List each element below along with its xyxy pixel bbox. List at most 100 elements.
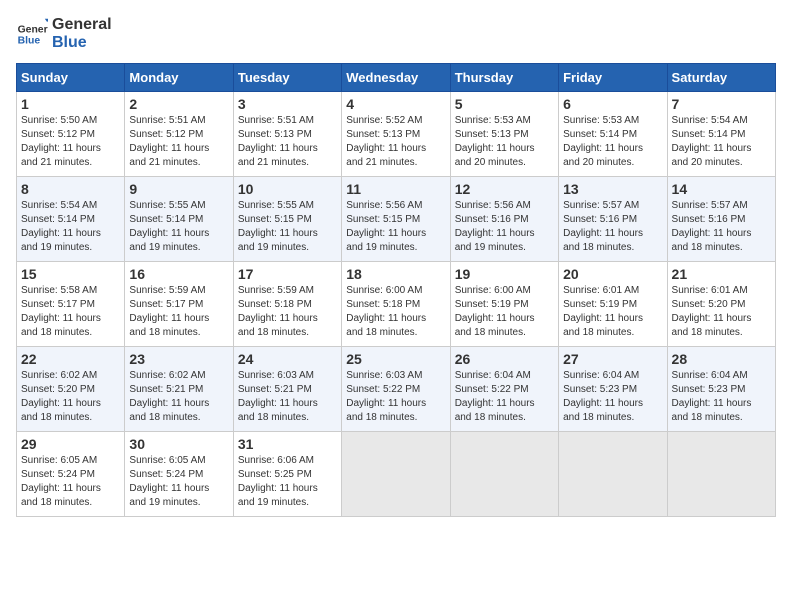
- calendar-cell: 22Sunrise: 6:02 AM Sunset: 5:20 PM Dayli…: [17, 347, 125, 432]
- calendar-cell: 27 Sunrise: 6:04 AM Sunset: 5:23 PM Dayli…: [559, 347, 667, 432]
- day-info: Sunrise: 5:56 AM Sunset: 5:16 PM Dayligh…: [455, 199, 554, 255]
- day-info: Sunrise: 6:03 AM Sunset: 5:22 PM Dayligh…: [346, 369, 445, 425]
- day-number: 9: [129, 181, 228, 197]
- day-info: Sunrise: 5:55 AM Sunset: 5:15 PM Dayligh…: [238, 199, 337, 255]
- day-info: Sunrise: 5:56 AM Sunset: 5:15 PM Dayligh…: [346, 199, 445, 255]
- day-number: 31: [238, 436, 337, 452]
- logo: General Blue General Blue: [16, 16, 112, 51]
- day-number: 28: [672, 351, 771, 367]
- day-info: Sunrise: 6:05 AM Sunset: 5:24 PM Dayligh…: [21, 454, 120, 510]
- day-number: 30: [129, 436, 228, 452]
- calendar-cell: 13 Sunrise: 5:57 AM Sunset: 5:16 PM Dayli…: [559, 177, 667, 262]
- day-info: Sunrise: 6:04 AM Sunset: 5:23 PM Dayligh…: [672, 369, 771, 425]
- calendar-cell: 18 Sunrise: 6:00 AM Sunset: 5:18 PM Dayli…: [342, 262, 450, 347]
- page-header: General Blue General Blue: [16, 16, 776, 51]
- calendar-week-row: 1Sunrise: 5:50 AM Sunset: 5:12 PM Daylig…: [17, 92, 776, 177]
- day-header-saturday: Saturday: [667, 64, 775, 92]
- day-info: Sunrise: 6:04 AM Sunset: 5:23 PM Dayligh…: [563, 369, 662, 425]
- day-info: Sunrise: 6:01 AM Sunset: 5:19 PM Dayligh…: [563, 284, 662, 340]
- day-number: 10: [238, 181, 337, 197]
- day-number: 7: [672, 96, 771, 112]
- calendar-cell: 16 Sunrise: 5:59 AM Sunset: 5:17 PM Dayli…: [125, 262, 233, 347]
- logo-icon: General Blue: [16, 18, 48, 50]
- day-number: 8: [21, 181, 120, 197]
- svg-text:Blue: Blue: [18, 35, 41, 46]
- day-info: Sunrise: 6:03 AM Sunset: 5:21 PM Dayligh…: [238, 369, 337, 425]
- day-info: Sunrise: 5:52 AM Sunset: 5:13 PM Dayligh…: [346, 114, 445, 170]
- calendar-cell: 28 Sunrise: 6:04 AM Sunset: 5:23 PM Dayli…: [667, 347, 775, 432]
- day-number: 11: [346, 181, 445, 197]
- calendar-cell: 11 Sunrise: 5:56 AM Sunset: 5:15 PM Dayli…: [342, 177, 450, 262]
- calendar-week-row: 8 Sunrise: 5:54 AM Sunset: 5:14 PM Daylig…: [17, 177, 776, 262]
- calendar-cell: 31 Sunrise: 6:06 AM Sunset: 5:25 PM Dayli…: [233, 432, 341, 517]
- day-info: Sunrise: 5:55 AM Sunset: 5:14 PM Dayligh…: [129, 199, 228, 255]
- day-number: 13: [563, 181, 662, 197]
- day-number: 18: [346, 266, 445, 282]
- calendar-cell: 20 Sunrise: 6:01 AM Sunset: 5:19 PM Dayli…: [559, 262, 667, 347]
- calendar-cell: 1Sunrise: 5:50 AM Sunset: 5:12 PM Daylig…: [17, 92, 125, 177]
- calendar-cell: 8 Sunrise: 5:54 AM Sunset: 5:14 PM Daylig…: [17, 177, 125, 262]
- day-info: Sunrise: 5:59 AM Sunset: 5:18 PM Dayligh…: [238, 284, 337, 340]
- day-number: 29: [21, 436, 120, 452]
- day-info: Sunrise: 5:51 AM Sunset: 5:13 PM Dayligh…: [238, 114, 337, 170]
- calendar-cell: 5 Sunrise: 5:53 AM Sunset: 5:13 PM Daylig…: [450, 92, 558, 177]
- day-header-monday: Monday: [125, 64, 233, 92]
- day-info: Sunrise: 6:06 AM Sunset: 5:25 PM Dayligh…: [238, 454, 337, 510]
- day-number: 5: [455, 96, 554, 112]
- calendar-header-row: SundayMondayTuesdayWednesdayThursdayFrid…: [17, 64, 776, 92]
- calendar-cell: 17 Sunrise: 5:59 AM Sunset: 5:18 PM Dayli…: [233, 262, 341, 347]
- day-info: Sunrise: 5:53 AM Sunset: 5:13 PM Dayligh…: [455, 114, 554, 170]
- calendar-cell: 15 Sunrise: 5:58 AM Sunset: 5:17 PM Dayli…: [17, 262, 125, 347]
- day-number: 20: [563, 266, 662, 282]
- day-number: 16: [129, 266, 228, 282]
- day-header-sunday: Sunday: [17, 64, 125, 92]
- calendar-cell: 30 Sunrise: 6:05 AM Sunset: 5:24 PM Dayli…: [125, 432, 233, 517]
- day-number: 27: [563, 351, 662, 367]
- day-number: 2: [129, 96, 228, 112]
- day-info: Sunrise: 5:58 AM Sunset: 5:17 PM Dayligh…: [21, 284, 120, 340]
- calendar-cell: 25 Sunrise: 6:03 AM Sunset: 5:22 PM Dayli…: [342, 347, 450, 432]
- day-number: 19: [455, 266, 554, 282]
- day-info: Sunrise: 5:51 AM Sunset: 5:12 PM Dayligh…: [129, 114, 228, 170]
- calendar-week-row: 15 Sunrise: 5:58 AM Sunset: 5:17 PM Dayli…: [17, 262, 776, 347]
- day-number: 25: [346, 351, 445, 367]
- calendar-cell: 19Sunrise: 6:00 AM Sunset: 5:19 PM Dayli…: [450, 262, 558, 347]
- day-number: 15: [21, 266, 120, 282]
- day-info: Sunrise: 6:01 AM Sunset: 5:20 PM Dayligh…: [672, 284, 771, 340]
- day-info: Sunrise: 5:59 AM Sunset: 5:17 PM Dayligh…: [129, 284, 228, 340]
- day-number: 6: [563, 96, 662, 112]
- calendar-cell: 12 Sunrise: 5:56 AM Sunset: 5:16 PM Dayli…: [450, 177, 558, 262]
- day-info: Sunrise: 5:53 AM Sunset: 5:14 PM Dayligh…: [563, 114, 662, 170]
- calendar-cell: 26Sunrise: 6:04 AM Sunset: 5:22 PM Dayli…: [450, 347, 558, 432]
- calendar-cell: 4 Sunrise: 5:52 AM Sunset: 5:13 PM Daylig…: [342, 92, 450, 177]
- svg-text:General: General: [18, 24, 48, 35]
- day-info: Sunrise: 6:00 AM Sunset: 5:18 PM Dayligh…: [346, 284, 445, 340]
- calendar-week-row: 29 Sunrise: 6:05 AM Sunset: 5:24 PM Dayli…: [17, 432, 776, 517]
- day-number: 17: [238, 266, 337, 282]
- day-header-friday: Friday: [559, 64, 667, 92]
- logo-text-general: General: [52, 16, 112, 34]
- calendar-cell: [342, 432, 450, 517]
- day-header-tuesday: Tuesday: [233, 64, 341, 92]
- calendar-cell: 9 Sunrise: 5:55 AM Sunset: 5:14 PM Daylig…: [125, 177, 233, 262]
- day-info: Sunrise: 5:57 AM Sunset: 5:16 PM Dayligh…: [672, 199, 771, 255]
- calendar-cell: [450, 432, 558, 517]
- day-number: 23: [129, 351, 228, 367]
- logo-text-blue: Blue: [52, 34, 112, 52]
- day-info: Sunrise: 5:54 AM Sunset: 5:14 PM Dayligh…: [672, 114, 771, 170]
- day-number: 4: [346, 96, 445, 112]
- day-info: Sunrise: 5:57 AM Sunset: 5:16 PM Dayligh…: [563, 199, 662, 255]
- day-number: 12: [455, 181, 554, 197]
- calendar-cell: 7 Sunrise: 5:54 AM Sunset: 5:14 PM Daylig…: [667, 92, 775, 177]
- calendar-cell: 6 Sunrise: 5:53 AM Sunset: 5:14 PM Daylig…: [559, 92, 667, 177]
- day-info: Sunrise: 5:50 AM Sunset: 5:12 PM Dayligh…: [21, 114, 120, 170]
- calendar-cell: 2 Sunrise: 5:51 AM Sunset: 5:12 PM Daylig…: [125, 92, 233, 177]
- calendar-cell: 10 Sunrise: 5:55 AM Sunset: 5:15 PM Dayli…: [233, 177, 341, 262]
- calendar-cell: 21 Sunrise: 6:01 AM Sunset: 5:20 PM Dayli…: [667, 262, 775, 347]
- day-info: Sunrise: 6:05 AM Sunset: 5:24 PM Dayligh…: [129, 454, 228, 510]
- day-info: Sunrise: 6:02 AM Sunset: 5:20 PM Dayligh…: [21, 369, 120, 425]
- day-number: 26: [455, 351, 554, 367]
- day-header-wednesday: Wednesday: [342, 64, 450, 92]
- day-number: 21: [672, 266, 771, 282]
- day-info: Sunrise: 5:54 AM Sunset: 5:14 PM Dayligh…: [21, 199, 120, 255]
